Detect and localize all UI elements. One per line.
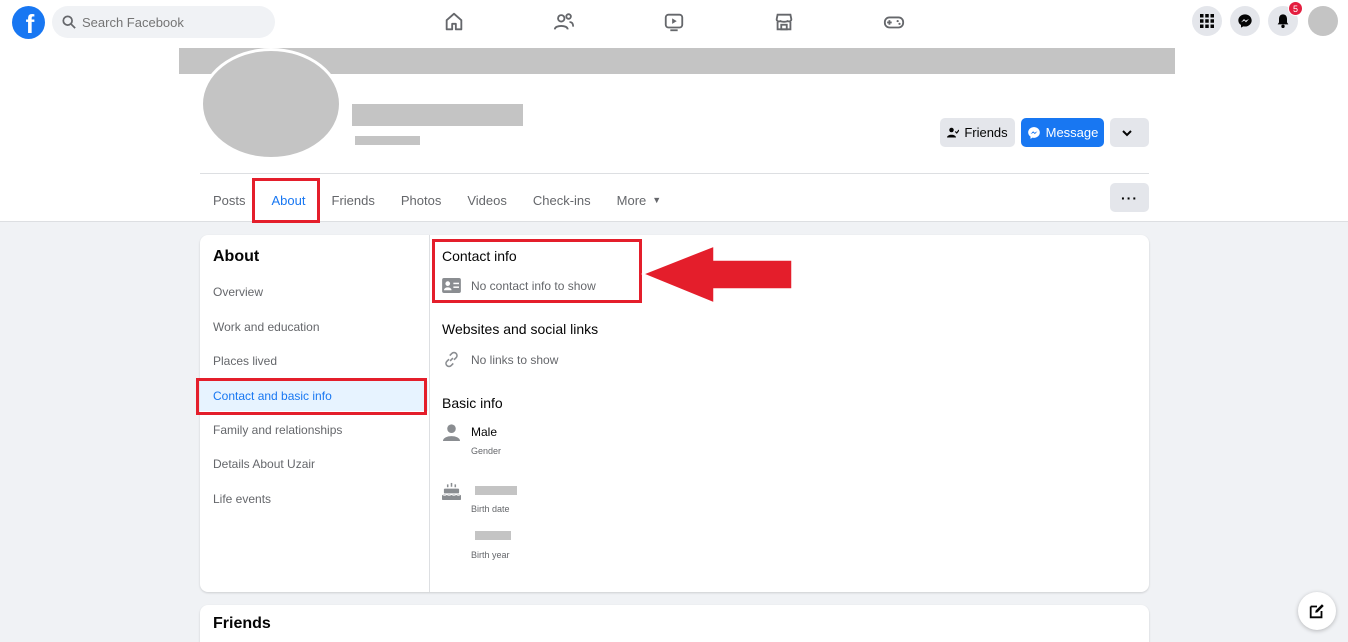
message-button[interactable]: Message [1021, 118, 1104, 147]
sidebar-item-overview[interactable]: Overview [200, 277, 428, 307]
sidebar-item-life-events[interactable]: Life events [200, 484, 428, 514]
search-icon [62, 15, 76, 29]
home-icon[interactable] [430, 0, 478, 44]
about-sidebar: About Overview Work and education Places… [200, 235, 430, 592]
more-options-button[interactable] [1110, 118, 1149, 147]
sidebar-item-label: Contact and basic info [213, 389, 332, 403]
header-divider [200, 173, 1149, 174]
messenger-icon [1027, 126, 1040, 139]
annotation-arrow-icon [640, 244, 793, 305]
message-button-label: Message [1045, 125, 1099, 140]
tab-posts[interactable]: Posts [200, 178, 259, 222]
tab-label: About [271, 192, 306, 208]
about-heading: About [213, 248, 260, 265]
tab-label: Check-ins [532, 192, 591, 208]
birthday-cake-icon [442, 482, 461, 501]
no-links-text: No links to show [471, 352, 559, 367]
gender-value: Male [471, 425, 498, 439]
tab-friends[interactable]: Friends [319, 178, 388, 222]
grid-icon [1200, 14, 1214, 28]
bell-icon [1277, 14, 1289, 28]
no-contact-info-text: No contact info to show [471, 278, 596, 293]
tab-videos[interactable]: Videos [454, 178, 520, 222]
sidebar-item-label: Work and education [213, 320, 320, 334]
sidebar-item-label: Life events [213, 492, 272, 506]
sidebar-item-label: Overview [213, 285, 264, 299]
friends-card: Friends [200, 605, 1149, 642]
gaming-icon[interactable] [870, 0, 918, 44]
facebook-logo[interactable]: f [12, 6, 45, 39]
search-input[interactable] [82, 14, 252, 30]
friends-button[interactable]: Friends [940, 118, 1015, 147]
new-message-button[interactable] [1298, 592, 1336, 630]
tab-photos[interactable]: Photos [388, 178, 454, 222]
tab-label: Videos [467, 192, 507, 208]
search-box[interactable] [52, 6, 275, 38]
contact-card-icon [442, 278, 461, 293]
link-icon [445, 351, 458, 368]
websites-row: No links to show [442, 351, 558, 368]
profile-tabs: Posts About Friends Photos Videos Check-… [200, 178, 674, 222]
redacted-friend-count [355, 136, 420, 145]
person-check-icon [947, 127, 960, 137]
messenger-icon [1238, 14, 1252, 28]
caret-down-icon: ▼ [652, 195, 662, 205]
tab-check-ins[interactable]: Check-ins [520, 178, 604, 222]
profile-header: Friends Message Posts About Friends Phot… [0, 44, 1348, 222]
more-dots-icon: ··· [1121, 189, 1138, 206]
redacted-birth-date [475, 486, 517, 495]
basic-info-heading: Basic info [442, 395, 503, 411]
marketplace-icon[interactable] [760, 0, 808, 44]
redacted-birth-year [475, 531, 511, 540]
friends-button-label: Friends [964, 125, 1008, 140]
tab-label: More [616, 192, 647, 208]
tab-label: Photos [400, 192, 442, 208]
sidebar-item-family-relationships[interactable]: Family and relationships [200, 415, 428, 445]
sidebar-item-places-lived[interactable]: Places lived [200, 346, 428, 376]
contact-info-heading: Contact info [442, 248, 517, 264]
tab-about[interactable]: About [259, 178, 319, 222]
gender-caption: Gender [471, 446, 502, 456]
sidebar-item-work-education[interactable]: Work and education [200, 312, 428, 342]
account-avatar[interactable] [1308, 6, 1338, 36]
chevron-down-icon [1122, 129, 1132, 136]
compose-icon [1309, 604, 1324, 619]
sidebar-item-label: Places lived [213, 354, 278, 368]
sidebar-item-label: Details About Uzair [213, 457, 316, 471]
gender-icon-row [442, 423, 471, 442]
profile-picture[interactable] [200, 48, 342, 160]
birthday-icon-row [442, 482, 471, 501]
tab-more[interactable]: More ▼ [604, 178, 675, 222]
account-controls: 5 [1184, 1, 1338, 36]
tab-label: Posts [213, 192, 246, 208]
contact-info-row: No contact info to show [442, 278, 596, 293]
person-icon [442, 424, 461, 442]
watch-icon[interactable] [650, 0, 698, 44]
sidebar-item-contact-basic-info[interactable]: Contact and basic info [200, 381, 428, 411]
messenger-button[interactable] [1230, 6, 1260, 36]
notifications-button[interactable]: 5 [1268, 1, 1303, 36]
top-navigation-bar: f 5 [0, 0, 1348, 44]
sidebar-item-details-about[interactable]: Details About Uzair [200, 449, 428, 479]
friends-heading: Friends [213, 615, 271, 632]
redacted-profile-name [352, 104, 523, 126]
menu-grid-button[interactable] [1192, 6, 1222, 36]
websites-heading: Websites and social links [442, 321, 599, 337]
sidebar-item-label: Family and relationships [213, 423, 343, 437]
main-nav [430, 0, 980, 44]
birth-year-caption: Birth year [471, 550, 510, 560]
logo-letter: f [25, 9, 35, 39]
friends-icon[interactable] [540, 0, 588, 44]
profile-options-button[interactable]: ··· [1110, 183, 1149, 212]
notification-badge: 5 [1288, 1, 1303, 16]
tab-label: Friends [331, 192, 375, 208]
birth-date-caption: Birth date [471, 504, 510, 514]
